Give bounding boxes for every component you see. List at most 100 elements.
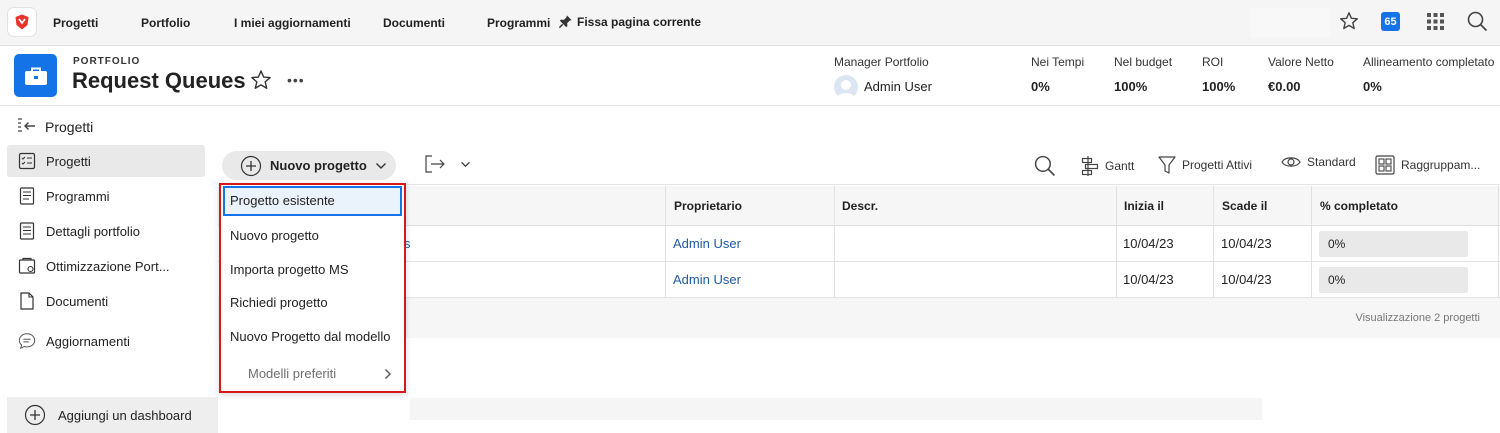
sidebar-item-dettagli-portfolio[interactable]: Dettagli portfolio [7, 215, 205, 247]
new-project-label: Nuovo progetto [270, 158, 367, 173]
column-divider [665, 186, 666, 298]
table-row[interactable]: Admin User 10/04/23 10/04/23 0% [218, 262, 1500, 298]
kpi-roi-label: ROI [1202, 55, 1224, 69]
menu-item-project-from-template[interactable]: Nuovo Progetto dal modello [223, 322, 402, 352]
pin-icon [558, 15, 572, 29]
file-icon [18, 292, 36, 310]
chevron-right-icon [385, 369, 391, 379]
filter-icon [1158, 156, 1176, 174]
nav-item-my-updates[interactable]: I miei aggiornamenti [234, 16, 351, 30]
sidebar-item-label: Ottimizzazione Port... [46, 258, 170, 274]
table-row[interactable]: s Admin User 10/04/23 10/04/23 0% [218, 226, 1500, 262]
gantt-icon [1081, 156, 1099, 176]
nav-item-portfolio[interactable]: Portfolio [141, 16, 190, 30]
sidebar-item-aggiornamenti[interactable]: Aggiornamenti [7, 325, 205, 357]
apps-grid-icon[interactable] [1426, 12, 1445, 31]
add-circle-icon [24, 404, 46, 426]
menu-item-request-project[interactable]: Richiedi progetto [223, 288, 402, 318]
app-logo[interactable] [8, 8, 36, 36]
view-button[interactable]: Standard [1281, 155, 1356, 169]
object-type-label: PORTFOLIO [73, 56, 141, 67]
percent-complete-text: 0% [1328, 273, 1346, 287]
column-header-percent[interactable]: % completato [1320, 186, 1398, 226]
main-content: Nuovo progetto Gantt Progetti Attivi Sta… [218, 145, 1500, 430]
row-count-text: Visualizzazione 2 progetti [1355, 312, 1480, 324]
menu-item-import-ms-project[interactable]: Importa progetto MS [223, 255, 402, 285]
portfolio-briefcase-icon [14, 54, 57, 97]
column-divider [1116, 186, 1117, 298]
favorite-star-icon[interactable] [250, 69, 272, 91]
kpi-on-time-value: 0% [1031, 79, 1050, 94]
optimizer-icon [18, 257, 36, 275]
column-header-due[interactable]: Scade il [1222, 186, 1267, 226]
nav-item-progetti[interactable]: Progetti [53, 16, 98, 30]
due-date-cell: 10/04/23 [1221, 236, 1272, 251]
kpi-roi-value: 100% [1202, 79, 1236, 94]
collapse-sidebar-icon[interactable] [17, 117, 37, 135]
project-list-icon [18, 152, 36, 170]
new-project-button[interactable]: Nuovo progetto [222, 151, 396, 180]
column-divider [1311, 186, 1312, 298]
kpi-on-budget-label: Nel budget [1114, 55, 1173, 69]
add-dashboard-button[interactable]: Aggiungi un dashboard [7, 397, 218, 433]
owner-link[interactable]: Admin User [673, 262, 741, 298]
start-date-cell: 10/04/23 [1123, 236, 1174, 251]
manager-label: Manager Portfolio [834, 55, 929, 69]
kpi-alignment-label: Allineamento completato [1363, 55, 1495, 69]
filter-button[interactable]: Progetti Attivi [1158, 155, 1252, 175]
sidebar-item-documenti[interactable]: Documenti [7, 285, 205, 317]
section-title: Progetti [45, 119, 94, 135]
column-header-owner[interactable]: Proprietario [674, 186, 742, 226]
eye-icon [1281, 157, 1301, 167]
section-title-bar: Progetti [0, 107, 1500, 145]
document-icon [18, 187, 36, 205]
kpi-net-value-value: €0.00 [1268, 79, 1301, 94]
owner-link[interactable]: Admin User [673, 226, 741, 262]
global-search-area[interactable] [1250, 8, 1330, 38]
gantt-button[interactable]: Gantt [1081, 155, 1134, 177]
portfolio-header: PORTFOLIO Request Queues ••• Manager Por… [0, 46, 1500, 106]
column-divider [1498, 186, 1499, 298]
sidebar-item-label: Documenti [46, 293, 109, 309]
kpi-on-budget-value: 100% [1114, 79, 1148, 94]
more-options-icon[interactable]: ••• [287, 72, 305, 88]
export-button[interactable] [424, 154, 471, 174]
favorites-star-icon[interactable] [1339, 11, 1359, 31]
add-dashboard-label: Aggiungi un dashboard [58, 407, 192, 423]
sidebar-item-ottimizzazione[interactable]: Ottimizzazione Port... [7, 250, 205, 282]
sidebar-item-progetti[interactable]: Progetti [7, 145, 205, 177]
avatar [834, 75, 858, 99]
menu-item-new-project[interactable]: Nuovo progetto [223, 221, 402, 251]
menu-item-existing-project[interactable]: Progetto esistente [223, 186, 402, 216]
grouping-icon [1375, 155, 1395, 175]
nav-item-documenti[interactable]: Documenti [383, 16, 445, 30]
table-header: Proprietario Descr. Inizia il Scade il %… [218, 186, 1500, 226]
grouping-button[interactable]: Raggruppam... [1375, 155, 1480, 175]
page-title: Request Queues [72, 68, 246, 93]
manager-name[interactable]: Admin User [864, 79, 932, 94]
column-divider [1213, 186, 1214, 298]
new-project-menu: Progetto esistente Nuovo progetto Import… [219, 183, 406, 393]
placeholder-bar [410, 398, 1262, 420]
sidebar-item-label: Aggiornamenti [46, 333, 130, 349]
pin-current-page-button[interactable]: Fissa pagina corrente [558, 14, 701, 29]
percent-complete-text: 0% [1328, 237, 1346, 251]
start-date-cell: 10/04/23 [1123, 272, 1174, 287]
menu-item-favorite-templates[interactable]: Modelli preferiti [223, 359, 402, 389]
column-header-start[interactable]: Inizia il [1124, 186, 1164, 226]
sidebar-item-programmi[interactable]: Programmi [7, 180, 205, 212]
due-date-cell: 10/04/23 [1221, 272, 1272, 287]
search-icon[interactable] [1467, 11, 1488, 32]
notifications-badge[interactable]: 65 [1381, 12, 1400, 31]
add-circle-icon [240, 155, 262, 176]
nav-item-programmi[interactable]: Programmi [487, 16, 550, 30]
kpi-on-time-label: Nei Tempi [1031, 55, 1085, 69]
list-search-icon[interactable] [1034, 155, 1056, 177]
list-toolbar: Nuovo progetto Gantt Progetti Attivi Sta… [218, 145, 1500, 185]
column-header-description[interactable]: Descr. [842, 186, 878, 226]
export-icon [425, 155, 445, 173]
kpi-net-value-label: Valore Netto [1268, 55, 1334, 69]
sidebar: Progetti Programmi Dettagli portfolio Ot… [0, 145, 218, 433]
chevron-down-icon [375, 162, 386, 169]
top-navigation: Progetti Portfolio I miei aggiornamenti … [0, 0, 1500, 46]
